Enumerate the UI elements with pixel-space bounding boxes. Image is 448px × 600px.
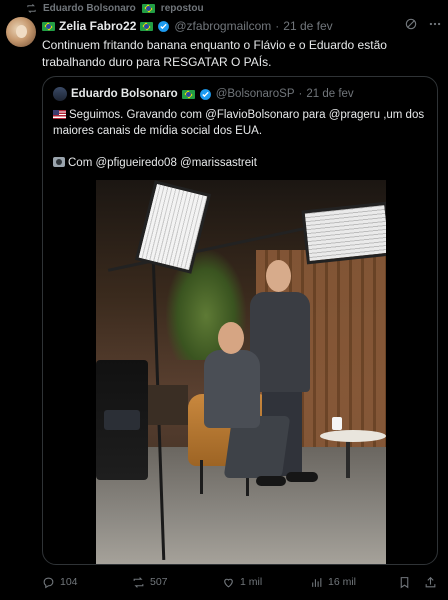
camera-rig bbox=[96, 360, 148, 480]
heart-icon bbox=[224, 578, 233, 587]
brazil-flag-icon bbox=[42, 21, 55, 31]
us-flag-icon bbox=[53, 110, 66, 119]
quote-author-handle[interactable]: @BolsonaroSP bbox=[216, 88, 295, 100]
views-button[interactable]: 16 mil bbox=[310, 576, 356, 589]
camera-icon bbox=[53, 157, 65, 167]
quoted-tweet[interactable]: Eduardo Bolsonaro @BolsonaroSP · 21 de f… bbox=[42, 76, 438, 565]
repost-button[interactable]: 507 bbox=[132, 576, 168, 589]
more-icon[interactable] bbox=[428, 17, 442, 31]
tweet-actions: 104 507 1 mil 16 mil bbox=[42, 572, 438, 592]
seated-man bbox=[204, 350, 260, 428]
quote-time[interactable]: 21 de fev bbox=[306, 88, 353, 100]
brazil-flag-icon bbox=[181, 89, 195, 99]
views-icon bbox=[312, 577, 322, 587]
shoe bbox=[286, 472, 318, 482]
repost-user[interactable]: Eduardo Bolsonaro bbox=[43, 3, 136, 14]
repost-label: repostou bbox=[160, 3, 204, 14]
repost-icon bbox=[27, 4, 36, 13]
tweet-top-actions bbox=[404, 17, 442, 31]
reply-button[interactable]: 104 bbox=[42, 576, 78, 589]
side-table bbox=[148, 385, 188, 425]
quote-author-name[interactable]: Eduardo Bolsonaro bbox=[71, 88, 178, 100]
quote-header: Eduardo Bolsonaro @BolsonaroSP · 21 de f… bbox=[53, 86, 354, 102]
brazil-flag-icon bbox=[140, 21, 154, 31]
bookmark-icon bbox=[400, 576, 409, 588]
verified-badge-icon bbox=[199, 88, 211, 100]
quote-text-line2: Com @pfigueiredo08 @marissastreit bbox=[53, 155, 431, 171]
tweet-time[interactable]: 21 de fev bbox=[283, 19, 332, 33]
like-count: 1 mil bbox=[240, 576, 263, 588]
like-button[interactable]: 1 mil bbox=[222, 576, 262, 589]
author-handle[interactable]: @zfabrogmailcom bbox=[174, 19, 271, 33]
softbox-light bbox=[301, 201, 386, 265]
shoe bbox=[256, 476, 286, 486]
verified-badge-icon bbox=[158, 20, 170, 32]
author-avatar[interactable] bbox=[6, 17, 36, 47]
tweet-header: Zelia Fabro22 @zfabrogmailcom · 21 de fe… bbox=[42, 18, 436, 34]
views-count: 16 mil bbox=[328, 576, 357, 588]
quote-text: Seguimos. Gravando com @FlavioBolsonaro … bbox=[53, 107, 431, 171]
standing-man-head bbox=[266, 260, 291, 292]
separator-dot: · bbox=[275, 19, 280, 33]
separator-dot: · bbox=[298, 88, 303, 100]
mug bbox=[332, 417, 342, 430]
reply-icon bbox=[43, 577, 54, 588]
studio-photo[interactable] bbox=[96, 180, 386, 564]
quote-text-line1: Seguimos. Gravando com @FlavioBolsonaro … bbox=[53, 109, 425, 137]
brazil-flag-icon bbox=[141, 4, 155, 13]
share-button[interactable] bbox=[424, 576, 437, 589]
seated-man-head bbox=[218, 322, 244, 354]
bookmark-button[interactable] bbox=[398, 576, 411, 589]
repost-count: 507 bbox=[150, 576, 168, 588]
share-icon bbox=[425, 576, 436, 587]
chair-leg bbox=[200, 460, 203, 494]
repost-icon bbox=[133, 576, 144, 588]
quote-author-avatar[interactable] bbox=[53, 87, 67, 101]
grok-icon[interactable] bbox=[404, 17, 418, 31]
author-name[interactable]: Zelia Fabro22 bbox=[59, 19, 136, 33]
repost-indicator: Eduardo Bolsonaro repostou bbox=[26, 1, 204, 16]
tweet-text: Continuem fritando banana enquanto o Flá… bbox=[42, 38, 387, 69]
coffee-table-leg bbox=[346, 440, 350, 478]
reply-count: 104 bbox=[60, 576, 78, 588]
coffee-table bbox=[320, 430, 386, 442]
